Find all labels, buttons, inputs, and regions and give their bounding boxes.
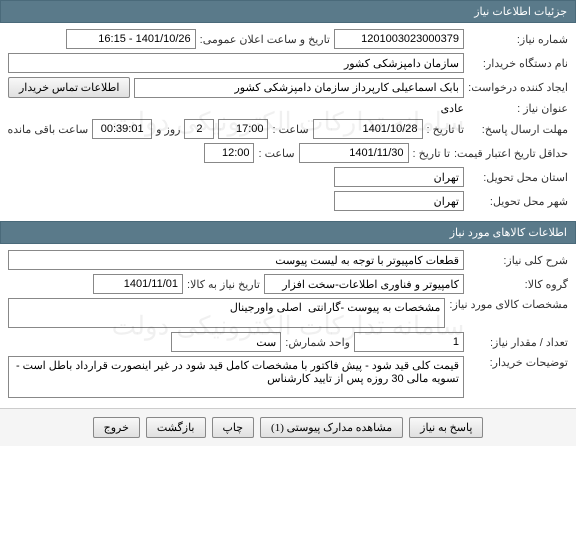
label-need-date: تاریخ نیاز به کالا: xyxy=(187,278,260,291)
details-form: سامانه تدارکات الکترونیکی دولت شماره نیا… xyxy=(0,23,576,221)
section-header-details: جزئیات اطلاعات نیاز xyxy=(0,0,576,23)
input-need-no[interactable] xyxy=(334,29,464,49)
back-button[interactable]: بازگشت xyxy=(146,417,206,438)
label-announce-dt: تاریخ و ساعت اعلان عمومی: xyxy=(200,33,330,46)
label-unit: واحد شمارش: xyxy=(285,336,350,349)
label-gen-desc: شرح کلی نیاز: xyxy=(468,254,568,267)
input-buyer-org[interactable] xyxy=(8,53,464,73)
reply-button[interactable]: پاسخ به نیاز xyxy=(409,417,483,438)
exit-button[interactable]: خروج xyxy=(93,417,140,438)
print-button[interactable]: چاپ xyxy=(212,417,255,438)
label-buyer-notes: توضیحات خریدار: xyxy=(468,356,568,369)
label-province: استان محل تحویل: xyxy=(468,171,568,184)
label-time2: ساعت : xyxy=(258,147,294,160)
label-city: شهر محل تحویل: xyxy=(468,195,568,208)
goods-form: سامانه تدارکات الکترونیکی دولت شرح کلی ن… xyxy=(0,244,576,408)
label-min-validity: حداقل تاریخ اعتبار قیمت: xyxy=(454,147,568,160)
button-bar: پاسخ به نیاز مشاهده مدارک پیوستی (1) چاپ… xyxy=(0,408,576,446)
input-province[interactable] xyxy=(334,167,464,187)
input-city[interactable] xyxy=(334,191,464,211)
input-gen-desc[interactable] xyxy=(8,250,464,270)
label-time-left: ساعت باقی مانده xyxy=(7,123,88,136)
input-goods-group[interactable] xyxy=(264,274,464,294)
label-to-date: تا تاریخ : xyxy=(427,123,464,136)
label-to-date2: تا تاریخ : xyxy=(413,147,450,160)
input-days-left[interactable] xyxy=(184,119,214,139)
input-countdown[interactable] xyxy=(92,119,152,139)
attachments-button[interactable]: مشاهده مدارک پیوستی (1) xyxy=(260,417,403,438)
label-goods-spec: مشخصات کالای مورد نیاز: xyxy=(449,298,568,311)
header-text: جزئیات اطلاعات نیاز xyxy=(474,6,567,18)
label-qty: تعداد / مقدار نیاز: xyxy=(468,336,568,349)
label-buyer-org: نام دستگاه خریدار: xyxy=(468,57,568,70)
input-reply-date[interactable] xyxy=(313,119,423,139)
contact-info-button[interactable]: اطلاعات تماس خریدار xyxy=(8,77,130,98)
label-reply-deadline: مهلت ارسال پاسخ: xyxy=(468,123,568,136)
label-need-no: شماره نیاز: xyxy=(468,33,568,46)
label-time1: ساعت : xyxy=(272,123,308,136)
label-days-and: روز و xyxy=(156,123,180,136)
input-goods-spec[interactable] xyxy=(8,298,445,328)
label-requester: ایجاد کننده درخواست: xyxy=(468,81,568,94)
section-header-goods: اطلاعات کالاهای مورد نیاز xyxy=(0,221,576,244)
value-need-title: عادی xyxy=(441,102,464,115)
label-need-title: عنوان نیاز : xyxy=(468,102,568,115)
input-requester[interactable] xyxy=(134,78,464,98)
input-reply-time[interactable] xyxy=(218,119,268,139)
header-text-2: اطلاعات کالاهای مورد نیاز xyxy=(450,227,567,239)
input-unit[interactable] xyxy=(171,332,281,352)
input-announce-dt[interactable] xyxy=(66,29,196,49)
input-qty[interactable] xyxy=(354,332,464,352)
input-need-date[interactable] xyxy=(93,274,183,294)
input-validity-time[interactable] xyxy=(204,143,254,163)
input-validity-date[interactable] xyxy=(299,143,409,163)
input-buyer-notes[interactable] xyxy=(8,356,464,398)
label-goods-group: گروه کالا: xyxy=(468,278,568,291)
